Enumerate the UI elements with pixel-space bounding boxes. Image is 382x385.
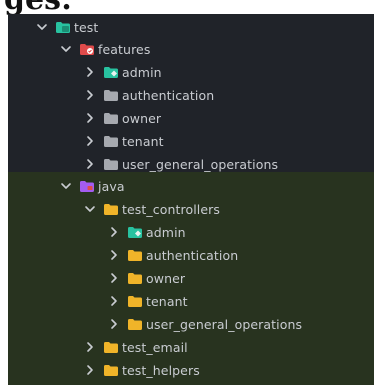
folder-package-teal-icon <box>128 226 142 238</box>
document-fragment-area: ges: <box>0 0 382 17</box>
folder-icon <box>104 112 118 124</box>
tree-item-label: test_email <box>122 339 188 355</box>
folder-yellow-icon <box>128 318 142 330</box>
tree-item-label: tenant <box>122 133 164 149</box>
tree-item-test-controllers-tenant[interactable]: tenant <box>108 290 188 312</box>
tree-item-features-owner[interactable]: owner <box>84 107 161 129</box>
chevron-right-icon[interactable] <box>84 66 96 78</box>
folder-yellow-icon <box>128 249 142 261</box>
tree-item-label: test_helpers <box>122 362 200 378</box>
chevron-right-icon[interactable] <box>84 341 96 353</box>
tree-item-test[interactable]: test <box>36 16 98 38</box>
tree-item-test-controllers-user-general-operations[interactable]: user_general_operations <box>108 313 302 335</box>
project-tree-panel-test-sources: java test_controllers admin authenticati… <box>8 172 374 385</box>
tree-item-label: test <box>74 19 99 35</box>
tree-item-features-admin[interactable]: admin <box>84 61 162 83</box>
folder-yellow-icon <box>104 203 118 215</box>
tree-item-test-models[interactable]: test_models <box>84 379 199 385</box>
folder-icon <box>104 158 118 170</box>
chevron-down-icon[interactable] <box>36 21 48 33</box>
chevron-right-icon[interactable] <box>84 112 96 124</box>
chevron-down-icon[interactable] <box>84 203 96 215</box>
folder-icon <box>104 135 118 147</box>
tree-item-label: owner <box>146 270 186 286</box>
chevron-right-icon[interactable] <box>84 89 96 101</box>
tree-item-test-controllers-authentication[interactable]: authentication <box>108 244 238 266</box>
chevron-right-icon[interactable] <box>108 226 120 238</box>
tree-item-label: test_controllers <box>122 201 220 217</box>
tree-item-label: user_general_operations <box>122 156 279 172</box>
folder-yellow-icon <box>104 341 118 353</box>
project-tree-panel-dark: test features admin authentication owner… <box>8 14 374 172</box>
folder-java-purple-icon <box>80 180 94 192</box>
folder-test-teal-icon <box>56 21 70 33</box>
tree-item-test-controllers-admin[interactable]: admin <box>108 221 186 243</box>
chevron-down-icon[interactable] <box>60 43 72 55</box>
tree-item-label: admin <box>146 224 186 240</box>
folder-yellow-icon <box>128 272 142 284</box>
tree-item-label: owner <box>122 110 162 126</box>
tree-item-label: authentication <box>146 247 239 263</box>
tree-item-features-user-general-operations[interactable]: user_general_operations <box>84 153 278 172</box>
chevron-right-icon[interactable] <box>84 135 96 147</box>
tree-item-test-helpers[interactable]: test_helpers <box>84 359 200 381</box>
tree-item-label: authentication <box>122 87 215 103</box>
folder-yellow-icon <box>104 364 118 376</box>
tree-item-features[interactable]: features <box>60 38 150 60</box>
tree-item-test-controllers[interactable]: test_controllers <box>84 198 220 220</box>
folder-icon <box>104 89 118 101</box>
tree-item-label: tenant <box>146 293 188 309</box>
folder-yellow-icon <box>128 295 142 307</box>
tree-item-label: java <box>98 178 125 194</box>
tree-item-test-controllers-owner[interactable]: owner <box>108 267 185 289</box>
folder-package-teal-icon <box>104 66 118 78</box>
tree-item-features-authentication[interactable]: authentication <box>84 84 214 106</box>
tree-item-features-tenant[interactable]: tenant <box>84 130 164 152</box>
tree-item-label: user_general_operations <box>146 316 303 332</box>
chevron-right-icon[interactable] <box>108 318 120 330</box>
chevron-right-icon[interactable] <box>84 364 96 376</box>
tree-item-label: admin <box>122 64 162 80</box>
chevron-right-icon[interactable] <box>108 295 120 307</box>
tree-item-test-email[interactable]: test_email <box>84 336 188 358</box>
chevron-right-icon[interactable] <box>108 272 120 284</box>
chevron-right-icon[interactable] <box>84 158 96 170</box>
chevron-right-icon[interactable] <box>108 249 120 261</box>
chevron-down-icon[interactable] <box>60 180 72 192</box>
folder-resources-red-icon <box>80 43 94 55</box>
tree-item-label: features <box>98 41 151 57</box>
tree-item-java[interactable]: java <box>60 175 125 197</box>
